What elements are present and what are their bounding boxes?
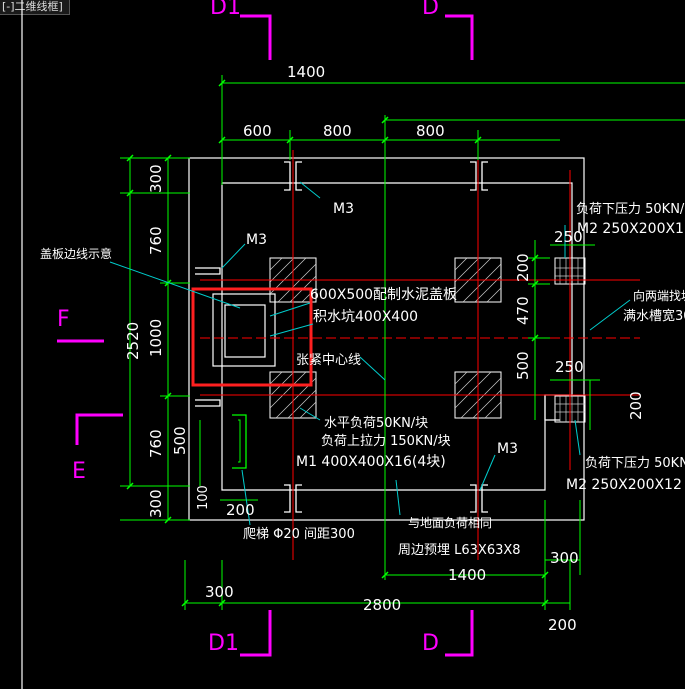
grid-label-f: F (57, 307, 70, 332)
label-m2-top: M2 250X200X1 (577, 221, 684, 237)
dim-inner-200: 200 (514, 253, 532, 282)
label-m3-top: M3 (333, 201, 354, 217)
dim-left-500: 500 (171, 426, 189, 455)
dim-bottom-300-right: 300 (550, 549, 579, 567)
label-m3-bottom: M3 (497, 441, 518, 457)
plate-hatching (269, 257, 585, 422)
label-down-bottom: 负荷下压力 50KN (585, 456, 685, 471)
dim-bottom-300: 300 (205, 583, 234, 601)
label-centerline: 张紧中心线 (296, 353, 361, 368)
dim-left-300-top: 300 (147, 164, 165, 193)
dim-left-760-top: 760 (147, 226, 165, 255)
leader-lines (109, 181, 631, 526)
label-h-load: 水平负荷50KN/块 (324, 416, 428, 431)
grid-label-e: E (72, 459, 86, 484)
dim-top-left: 600 (243, 122, 272, 140)
label-m3-left: M3 (246, 232, 267, 248)
dim-left-300-bottom: 300 (147, 489, 165, 518)
dim-top-overall: 1400 (287, 63, 325, 81)
dim-pad-250-bottom: 250 (555, 358, 584, 376)
label-down-top: 负荷下压力 50KN/ (576, 202, 685, 217)
dim-bottom-2800: 2800 (363, 596, 401, 614)
foundation-plan-drawing: D1 D D1 D F E 1400 600 800 800 300 2800 … (21, 0, 685, 689)
m3-bracket-left-bottom (195, 399, 221, 407)
grid-label-d-top: D (422, 0, 439, 20)
dim-top-right: 800 (416, 122, 445, 140)
label-angle: 周边预埋 L63X63X8 (398, 543, 521, 558)
sump-pit-inner (224, 304, 266, 358)
grid-label-group: D1 D D1 D F E (57, 0, 439, 656)
dim-top-mid: 800 (323, 122, 352, 140)
dim-left-760-bottom: 760 (147, 429, 165, 458)
grid-label-d1-bottom: D1 (208, 631, 239, 656)
pit-outline (21, 0, 585, 689)
plates (269, 257, 586, 423)
trench-step (544, 395, 560, 421)
dim-inner-500: 500 (514, 351, 532, 380)
dim-left-1000: 1000 (147, 319, 165, 357)
dim-left-2520: 2520 (124, 322, 142, 360)
dim-pad-200: 200 (627, 391, 645, 420)
dim-left-100: 100 (196, 485, 211, 510)
cad-viewport[interactable]: [-]二维线框] D1 D D1 D F E 1400 600 800 800 … (0, 0, 685, 689)
label-slope-2: 满水槽宽30 (623, 308, 685, 324)
dim-bottom-200: 200 (548, 616, 577, 634)
dim-bottom-1400: 1400 (448, 566, 486, 584)
grid-label-d-bottom: D (422, 631, 439, 656)
ladder-inner (238, 419, 241, 463)
label-sump: 积水坑400X400 (313, 309, 418, 325)
label-uplift: 负荷上拉力 150KN/块 (321, 434, 451, 449)
ladder-rungs (232, 414, 247, 469)
label-cover-edge: 盖板边线示意 (40, 246, 112, 261)
m3-bracket-left-top (195, 267, 221, 275)
dimension-lines (120, 75, 685, 610)
label-m2-bottom: M2 250X200X12 (566, 477, 682, 493)
axis-lines (200, 150, 640, 560)
m3-bracket-top-right (470, 161, 488, 191)
label-m1: M1 400X400X16(4块) (296, 454, 446, 470)
label-ladder: 爬梯 Φ20 间距300 (243, 527, 355, 542)
m3-bracket-bottom-right (470, 484, 488, 513)
dim-ladder-200: 200 (226, 501, 255, 519)
label-slope-1: 向两端找坡 (633, 288, 685, 303)
dim-inner-470: 470 (514, 296, 532, 325)
label-flush: 与地面负荷相同 (408, 516, 492, 530)
grid-label-d1-top: D1 (210, 0, 241, 20)
label-cover-plate: 600X500配制水泥盖板 (310, 287, 457, 303)
